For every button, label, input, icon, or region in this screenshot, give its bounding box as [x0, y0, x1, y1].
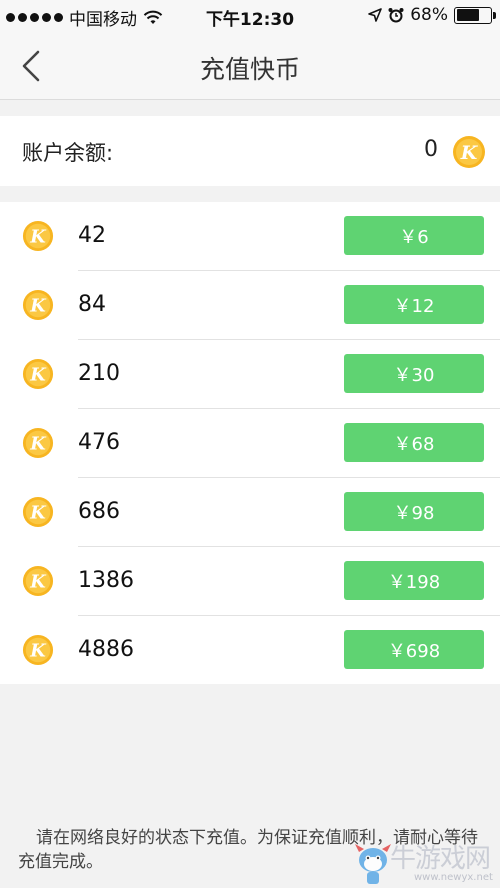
balance-value: 0: [424, 137, 438, 162]
mascot-logo-icon: [355, 844, 391, 884]
package-row: K 476 ￥68: [0, 409, 500, 478]
battery-percent: 68%: [410, 5, 448, 25]
location-arrow-icon: [368, 8, 383, 22]
svg-text:K: K: [29, 503, 47, 524]
watermark-url: www.newyx.net: [414, 872, 493, 883]
buy-button[interactable]: ￥12: [344, 285, 484, 324]
account-balance: 账户余额: 0 K: [0, 116, 500, 186]
kuaibi-coin-icon: K: [22, 220, 54, 252]
buy-button[interactable]: ￥68: [344, 423, 484, 462]
buy-button[interactable]: ￥698: [344, 630, 484, 669]
kuaibi-coin-icon: K: [22, 427, 54, 459]
package-amount: 84: [78, 292, 106, 317]
package-row: K 210 ￥30: [0, 340, 500, 409]
package-row: K 42 ￥6: [0, 202, 500, 271]
buy-button[interactable]: ￥30: [344, 354, 484, 393]
package-row: K 1386 ￥198: [0, 547, 500, 616]
package-amount: 476: [78, 430, 120, 455]
battery-icon: [454, 6, 496, 24]
buy-button[interactable]: ￥98: [344, 492, 484, 531]
kuaibi-coin-icon: K: [22, 496, 54, 528]
svg-text:K: K: [29, 434, 47, 455]
buy-button[interactable]: ￥198: [344, 561, 484, 600]
alarm-clock-icon: [388, 8, 404, 23]
package-row: K 4886 ￥698: [0, 616, 500, 685]
kuaibi-coin-icon: K: [22, 634, 54, 666]
navigation-bar: 充值快币: [0, 32, 500, 100]
svg-text:K: K: [29, 641, 47, 662]
package-amount: 686: [78, 499, 120, 524]
package-row: K 686 ￥98: [0, 478, 500, 547]
site-watermark: 牛游戏网 www.newyx.net: [354, 838, 494, 888]
page-title: 充值快币: [199, 55, 300, 84]
status-bar: 中国移动 下午12:30 68%: [0, 0, 500, 32]
kuaibi-coin-icon: K: [22, 358, 54, 390]
package-amount: 210: [78, 361, 120, 386]
package-row: K 84 ￥12: [0, 271, 500, 340]
kuaibi-coin-icon: K: [452, 135, 486, 169]
recharge-package-list: K 42 ￥6 K 84 ￥12 K 210 ￥30 K 476 ￥68 K 6…: [0, 202, 500, 684]
package-amount: 42: [78, 223, 106, 248]
kuaibi-coin-icon: K: [22, 565, 54, 597]
svg-text:K: K: [29, 365, 47, 386]
status-right: 68%: [368, 5, 496, 25]
buy-button[interactable]: ￥6: [344, 216, 484, 255]
svg-text:K: K: [460, 142, 479, 164]
package-amount: 1386: [78, 568, 134, 593]
balance-label: 账户余额:: [22, 141, 114, 165]
watermark-text: 牛游戏网: [390, 844, 491, 874]
package-amount: 4886: [78, 637, 134, 662]
svg-text:K: K: [29, 227, 47, 248]
svg-text:K: K: [29, 572, 47, 593]
kuaibi-coin-icon: K: [22, 289, 54, 321]
svg-text:K: K: [29, 296, 47, 317]
